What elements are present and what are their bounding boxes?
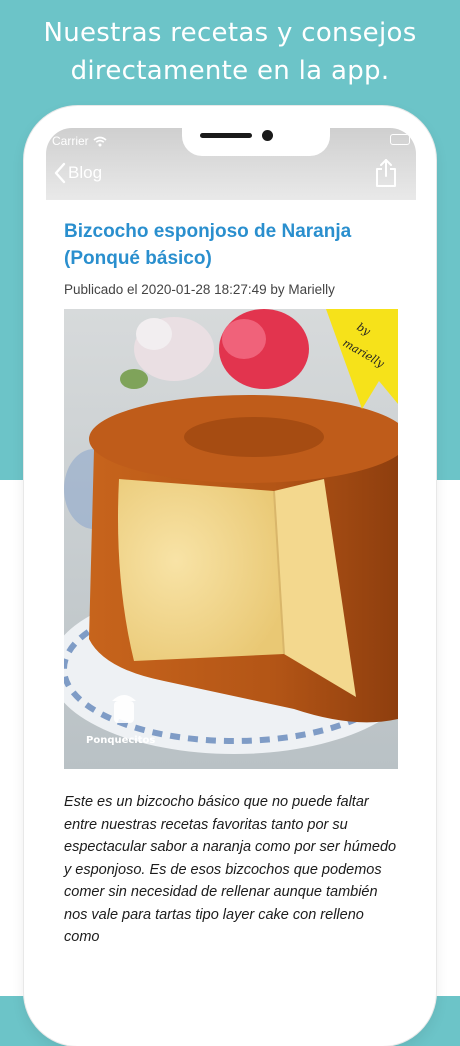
watermark-logo (112, 695, 136, 723)
camera-dot (262, 130, 273, 141)
device-notch (182, 128, 330, 156)
carrier-label: Carrier (52, 134, 89, 148)
promo-line-1: Nuestras recetas y consejos (43, 18, 417, 48)
battery-icon (390, 134, 410, 145)
article-title[interactable]: Bizcocho esponjoso de Naranja (Ponqué bá… (64, 218, 400, 272)
status-bar: Carrier (52, 132, 107, 150)
article-content: Bizcocho esponjoso de Naranja (Ponqué bá… (64, 218, 400, 963)
article-body: Este es un bizcocho básico que no puede … (64, 794, 397, 945)
speaker-grille (200, 133, 252, 138)
cake-photo: by marielly Ponquecitos (64, 309, 398, 769)
back-button[interactable]: Blog (54, 160, 102, 186)
article-image[interactable]: by marielly Ponquecitos (64, 309, 398, 769)
watermark-text: Ponquecitos (86, 735, 155, 746)
back-label: Blog (68, 163, 103, 182)
chevron-left-icon (54, 162, 66, 184)
article-meta: Publicado el 2020-01-28 18:27:49 by Mari… (64, 282, 335, 297)
promo-heading: Nuestras recetas y consejos directamente… (0, 14, 460, 90)
promo-line-2: directamente en la app. (70, 56, 390, 86)
wifi-icon (93, 136, 107, 146)
phone-screen: Carrier Blog Bizcocho esponjoso de Naran… (46, 128, 416, 996)
share-icon[interactable] (374, 158, 398, 188)
navigation-bar: Carrier Blog (46, 128, 416, 200)
